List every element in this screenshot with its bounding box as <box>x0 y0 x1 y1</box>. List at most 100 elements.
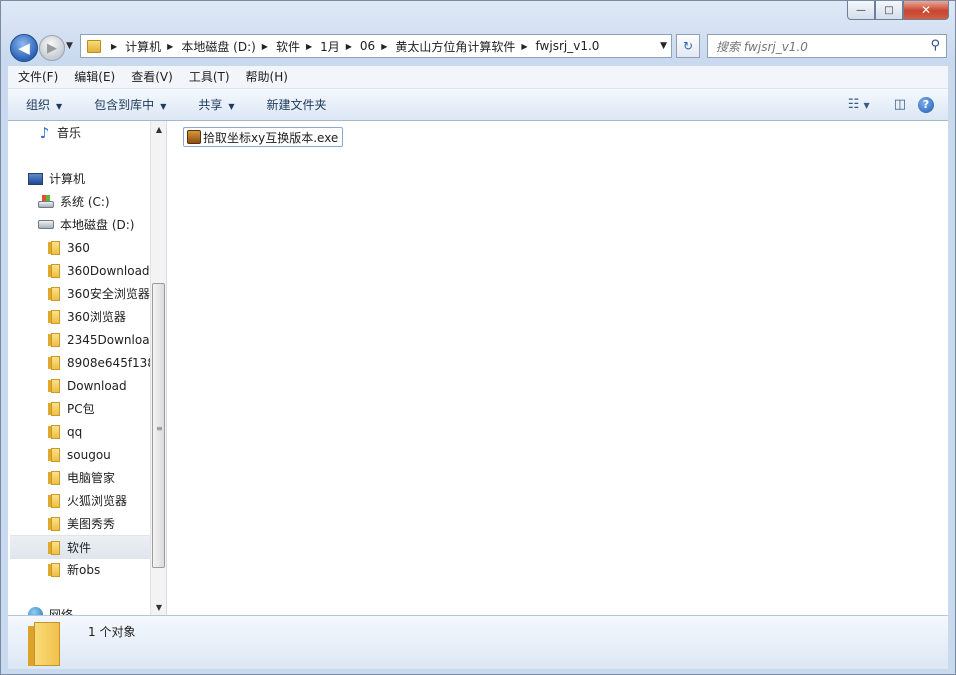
close-button[interactable]: ✕ <box>903 1 949 20</box>
share-button[interactable]: 共享 ▼ <box>180 96 248 113</box>
chevron-right-icon[interactable]: ▶ <box>306 42 312 51</box>
tree-label: sougou <box>67 447 111 462</box>
nav-scrollbar[interactable]: ▲ ≡ ▼ <box>150 121 166 615</box>
tree-item-folder[interactable]: 360安全浏览器 <box>48 282 150 305</box>
tree-item-folder[interactable]: 360Download <box>48 259 150 282</box>
scrollbar-thumb[interactable]: ≡ <box>152 283 165 568</box>
tree-item-system-drive[interactable]: 系统 (C:) <box>38 190 110 213</box>
folder-icon <box>48 332 61 347</box>
tree-label: PC包 <box>67 402 95 416</box>
breadcrumb-label: 06 <box>359 39 376 53</box>
tree-item-folder[interactable]: 美图秀秀 <box>48 512 115 535</box>
menu-file[interactable]: 文件(F) <box>8 66 64 88</box>
chevron-right-icon[interactable]: ▶ <box>167 42 173 51</box>
menu-edit[interactable]: 编辑(E) <box>64 66 121 88</box>
search-box[interactable]: ⚲ <box>707 34 947 58</box>
navigation-pane: ♪ 音乐 计算机 系统 (C:) 本地磁盘 (D:) 360 360Downloa… <box>8 121 167 615</box>
chevron-right-icon: ▶ <box>111 41 118 51</box>
help-icon[interactable]: ? <box>918 96 934 113</box>
recent-pages-dropdown-icon[interactable]: ▼ <box>66 41 73 51</box>
breadcrumb-label: 黄太山方位角计算软件 <box>395 39 516 54</box>
tree-label: 2345Downloa <box>67 332 150 347</box>
menu-help[interactable]: 帮助(H) <box>236 66 294 88</box>
tree-item-folder[interactable]: 新obs <box>48 558 100 581</box>
tree-label: 计算机 <box>49 172 86 186</box>
breadcrumb-item[interactable]: 黄太山方位角计算软件 ▶ <box>395 35 535 57</box>
breadcrumb-label: 软件 <box>275 39 300 54</box>
folder-icon <box>48 378 61 393</box>
search-input[interactable] <box>714 37 918 57</box>
refresh-button[interactable]: ↻ <box>676 34 700 58</box>
breadcrumb-item[interactable]: 计算机 ▶ <box>125 35 181 57</box>
tree-item-folder[interactable]: 火狐浏览器 <box>48 489 127 512</box>
breadcrumb-item[interactable]: 06 ▶ <box>360 35 395 57</box>
scroll-up-arrow[interactable]: ▲ <box>151 121 166 137</box>
chevron-down-icon: ▼ <box>56 102 63 111</box>
menu-view[interactable]: 查看(V) <box>121 66 179 88</box>
tree-item-network[interactable]: 网络 <box>28 603 73 615</box>
tree-item-folder[interactable]: qq <box>48 420 82 443</box>
breadcrumb-item[interactable]: fwjsrj_v1.0 <box>536 35 600 57</box>
folder-icon <box>48 562 61 577</box>
folder-icon <box>48 516 61 531</box>
organize-label: 组织 <box>26 98 51 112</box>
file-item-exe[interactable]: 拾取坐标xy互换版本.exe <box>183 127 344 147</box>
tree-item-folder[interactable]: 8908e645f138 <box>48 351 155 374</box>
chevron-right-icon[interactable]: ▶ <box>381 42 387 51</box>
breadcrumb-label: fwjsrj_v1.0 <box>535 39 600 53</box>
tree-item-folder[interactable]: sougou <box>48 443 111 466</box>
include-in-library-button[interactable]: 包含到库中 ▼ <box>76 96 180 113</box>
breadcrumb-item[interactable]: 1月 ▶ <box>320 35 360 57</box>
search-icon[interactable]: ⚲ <box>930 38 940 53</box>
address-dropdown-icon[interactable]: ▼ <box>660 41 667 51</box>
forward-button[interactable]: ▶ <box>39 35 65 61</box>
exe-icon <box>187 130 201 144</box>
new-folder-button[interactable]: 新建文件夹 <box>249 96 341 113</box>
system-drive-icon <box>38 195 54 208</box>
folder-icon <box>48 540 61 555</box>
chevron-right-icon[interactable]: ▶ <box>346 42 352 51</box>
scroll-down-arrow[interactable]: ▼ <box>151 599 166 615</box>
window-controls: — □ ✕ <box>847 1 949 20</box>
navigation-row: ◀ ▶ ▼ ▶ 计算机 ▶ 本地磁盘 (D:) ▶ 软件 ▶ 1月 ▶ 06 ▶ 黄太山方… <box>1 31 955 63</box>
item-count: 1 个对象 <box>88 625 136 639</box>
tree-item-folder[interactable]: 360 <box>48 236 90 259</box>
folder-icon <box>48 424 61 439</box>
view-options-icon[interactable]: ☷ ▼ <box>848 97 870 112</box>
folder-icon <box>48 401 61 416</box>
tree-item-folder-selected[interactable]: 软件 <box>10 535 166 559</box>
command-bar: 组织 ▼ 包含到库中 ▼ 共享 ▼ 新建文件夹 ☷ ▼ ◫ ? <box>8 89 948 121</box>
organize-button[interactable]: 组织 ▼ <box>8 96 76 113</box>
grip-icon: ≡ <box>156 424 163 433</box>
chevron-right-icon[interactable]: ▶ <box>521 42 527 51</box>
folder-icon <box>48 240 61 255</box>
tree-item-music[interactable]: ♪ 音乐 <box>38 121 81 144</box>
tree-label: 360浏览器 <box>67 310 126 324</box>
details-pane: 1 个对象 <box>8 615 948 669</box>
tree-item-folder[interactable]: 360浏览器 <box>48 305 126 328</box>
toolbar-right: ☷ ▼ ◫ ? <box>836 89 948 120</box>
chevron-right-icon[interactable]: ▶ <box>262 42 268 51</box>
tree-item-folder[interactable]: 2345Downloa <box>48 328 150 351</box>
tree-item-folder[interactable]: PC包 <box>48 397 95 420</box>
tree-item-folder[interactable]: Download <box>48 374 127 397</box>
tree-item-folder[interactable]: 电脑管家 <box>48 466 115 489</box>
breadcrumb-root-arrow[interactable]: ▶ <box>105 35 125 57</box>
chevron-down-icon: ▼ <box>160 102 167 111</box>
file-list-area[interactable]: 拾取坐标xy互换版本.exe <box>167 121 948 615</box>
tree-item-local-disk[interactable]: 本地磁盘 (D:) <box>38 213 134 236</box>
maximize-button[interactable]: □ <box>875 1 903 20</box>
breadcrumb-item[interactable]: 软件 ▶ <box>276 35 320 57</box>
menu-tools[interactable]: 工具(T) <box>179 66 236 88</box>
folder-icon <box>87 39 101 53</box>
breadcrumb-item[interactable]: 本地磁盘 (D:) ▶ <box>181 35 276 57</box>
folder-icon <box>48 493 61 508</box>
back-button[interactable]: ◀ <box>10 34 38 62</box>
title-bar: — □ ✕ <box>1 1 955 29</box>
minimize-button[interactable]: — <box>847 1 875 20</box>
tree-item-computer[interactable]: 计算机 <box>28 167 85 190</box>
preview-pane-icon[interactable]: ◫ <box>894 97 906 112</box>
folder-icon <box>48 263 61 278</box>
tree-label: Download <box>67 378 127 393</box>
address-bar[interactable]: ▶ 计算机 ▶ 本地磁盘 (D:) ▶ 软件 ▶ 1月 ▶ 06 ▶ 黄太山方位角计算软件… <box>80 34 672 58</box>
